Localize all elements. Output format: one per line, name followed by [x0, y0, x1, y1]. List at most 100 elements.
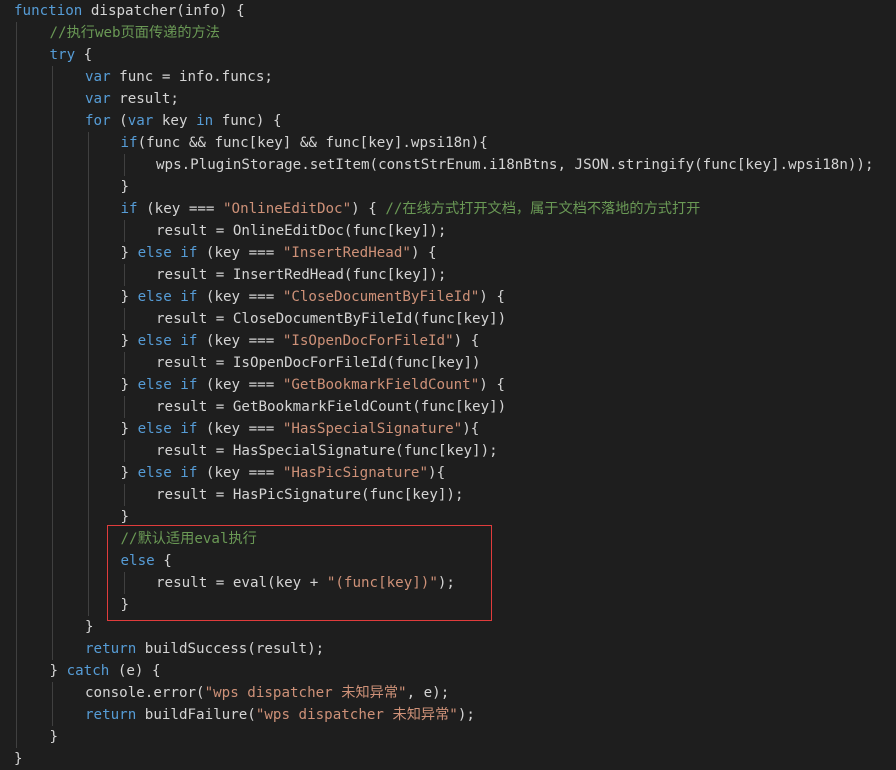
code-token: var — [127, 113, 154, 129]
code-line-text: } else if (key === "CloseDocumentByFileI… — [121, 286, 505, 308]
code-line[interactable]: } else if (key === "GetBookmarkFieldCoun… — [0, 374, 896, 396]
code-token: } — [49, 729, 59, 745]
code-token: "IsOpenDocForFileId" — [282, 333, 454, 349]
code-line[interactable]: } else if (key === "HasPicSignature"){ — [0, 462, 896, 484]
code-line[interactable]: //默认适用eval执行 — [0, 528, 896, 550]
indent-guide — [124, 264, 125, 286]
code-line-text: result = InsertRedHead(func[key]); — [156, 264, 446, 286]
code-token: } — [120, 245, 138, 261]
code-line-text: result = OnlineEditDoc(func[key]); — [156, 220, 446, 242]
indent-guide — [52, 154, 53, 176]
indent-guide — [52, 484, 53, 506]
code-line[interactable]: result = IsOpenDocForFileId(func[key]) — [0, 352, 896, 374]
indent-guide — [52, 440, 53, 462]
code-line-text: if (key === "OnlineEditDoc") { //在线方式打开文… — [121, 198, 701, 220]
indent-guide — [16, 132, 17, 154]
code-line[interactable]: } else if (key === "HasSpecialSignature"… — [0, 418, 896, 440]
code-token: result = HasPicSignature(func[key]); — [156, 487, 464, 503]
code-line[interactable]: try { — [0, 44, 896, 66]
code-token: , e); — [406, 685, 450, 701]
code-token: try — [49, 47, 76, 63]
code-token: } — [49, 663, 67, 679]
indent-guide — [16, 726, 17, 748]
code-line[interactable]: for (var key in func) { — [0, 110, 896, 132]
indent-guide — [88, 198, 89, 220]
code-line-text: result = IsOpenDocForFileId(func[key]) — [156, 352, 481, 374]
code-line[interactable]: return buildSuccess(result); — [0, 638, 896, 660]
indent-guide — [52, 66, 53, 88]
code-token: //默认适用eval执行 — [120, 531, 257, 547]
code-line-text: } — [85, 616, 94, 638]
indent-guide — [52, 110, 53, 132]
code-line-text: } — [14, 748, 23, 770]
code-line-text: //默认适用eval执行 — [121, 528, 257, 550]
code-line[interactable]: } — [0, 594, 896, 616]
code-line-text: function dispatcher(info) { — [14, 0, 245, 22]
indent-guide — [124, 308, 125, 330]
indent-guide — [124, 572, 125, 594]
code-line[interactable]: //执行web页面传递的方法 — [0, 22, 896, 44]
code-token: //在线方式打开文档，属于文档不落地的方式打开 — [385, 201, 701, 217]
indent-guide — [52, 264, 53, 286]
indent-guide — [52, 242, 53, 264]
indent-guide — [16, 220, 17, 242]
code-token: ){ — [462, 421, 480, 437]
code-line[interactable]: result = GetBookmarkFieldCount(func[key]… — [0, 396, 896, 418]
code-line[interactable]: result = eval(key + "(func[key])"); — [0, 572, 896, 594]
code-token: console.error( — [85, 685, 205, 701]
indent-guide — [88, 418, 89, 440]
indent-guide — [16, 616, 17, 638]
indent-guide — [16, 198, 17, 220]
code-line[interactable]: } else if (key === "IsOpenDocForFileId")… — [0, 330, 896, 352]
indent-guide — [16, 506, 17, 528]
code-token: "HasSpecialSignature" — [282, 421, 463, 437]
code-line[interactable]: console.error("wps dispatcher 未知异常", e); — [0, 682, 896, 704]
code-line[interactable]: if(func && func[key] && func[key].wpsi18… — [0, 132, 896, 154]
code-token: else if — [137, 245, 198, 261]
code-line[interactable]: var result; — [0, 88, 896, 110]
code-line[interactable]: result = HasPicSignature(func[key]); — [0, 484, 896, 506]
code-token: else if — [137, 465, 198, 481]
code-line[interactable]: } — [0, 726, 896, 748]
code-token: ) { — [351, 201, 386, 217]
indent-guide — [88, 528, 89, 550]
indent-guide — [16, 352, 17, 374]
code-line-text: } else if (key === "IsOpenDocForFileId")… — [121, 330, 480, 352]
code-token: result = eval(key + — [156, 575, 327, 591]
code-line[interactable]: } — [0, 506, 896, 528]
code-line[interactable]: result = OnlineEditDoc(func[key]); — [0, 220, 896, 242]
code-line[interactable]: } — [0, 616, 896, 638]
code-token: else — [120, 553, 155, 569]
code-line[interactable]: else { — [0, 550, 896, 572]
code-line[interactable]: } — [0, 748, 896, 770]
code-line[interactable]: if (key === "OnlineEditDoc") { //在线方式打开文… — [0, 198, 896, 220]
code-token: return — [85, 707, 137, 723]
indent-guide — [16, 484, 17, 506]
indent-guide — [16, 660, 17, 682]
indent-guide — [124, 220, 125, 242]
indent-guide — [52, 506, 53, 528]
code-line[interactable]: result = InsertRedHead(func[key]); — [0, 264, 896, 286]
code-editor[interactable]: function dispatcher(info) {//执行web页面传递的方… — [0, 0, 896, 770]
indent-guide — [52, 176, 53, 198]
code-line[interactable]: } — [0, 176, 896, 198]
indent-guide — [52, 330, 53, 352]
code-line[interactable]: } else if (key === "CloseDocumentByFileI… — [0, 286, 896, 308]
code-line[interactable]: return buildFailure("wps dispatcher 未知异常… — [0, 704, 896, 726]
code-token: } — [120, 421, 138, 437]
indent-guide — [16, 286, 17, 308]
code-line-text: var result; — [85, 88, 179, 110]
code-line[interactable]: result = CloseDocumentByFileId(func[key]… — [0, 308, 896, 330]
indent-guide — [16, 682, 17, 704]
code-line-text: result = CloseDocumentByFileId(func[key]… — [156, 308, 506, 330]
code-token: buildFailure( — [136, 707, 256, 723]
code-line[interactable]: wps.PluginStorage.setItem(constStrEnum.i… — [0, 154, 896, 176]
code-line[interactable]: } catch (e) { — [0, 660, 896, 682]
code-line[interactable]: var func = info.funcs; — [0, 66, 896, 88]
code-area[interactable]: function dispatcher(info) {//执行web页面传递的方… — [0, 0, 896, 770]
code-token: else if — [137, 333, 198, 349]
code-line[interactable]: result = HasSpecialSignature(func[key]); — [0, 440, 896, 462]
code-line[interactable]: function dispatcher(info) { — [0, 0, 896, 22]
code-line[interactable]: } else if (key === "InsertRedHead") { — [0, 242, 896, 264]
indent-guide — [88, 572, 89, 594]
